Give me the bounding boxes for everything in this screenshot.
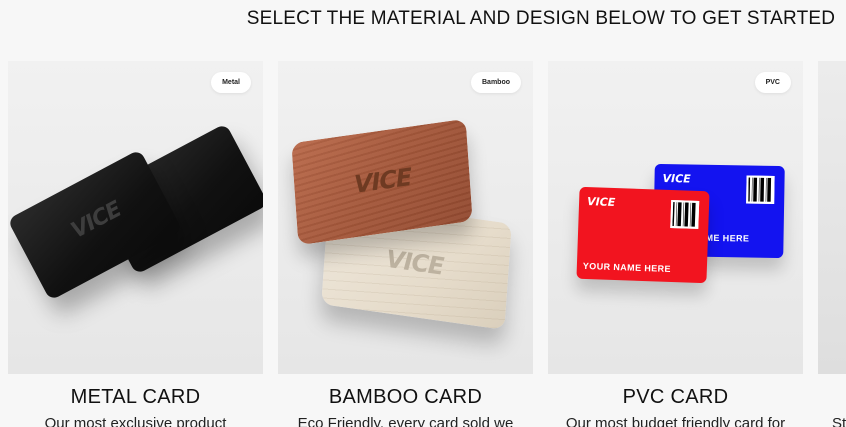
qr-code-icon xyxy=(670,199,700,229)
card-logo: VICE xyxy=(67,197,126,244)
card-name-text: YOUR NAME HERE xyxy=(582,260,672,274)
product-image-next[interactable] xyxy=(818,61,846,374)
product-description: Our most exclusive product xyxy=(44,415,227,427)
material-badge: PVC xyxy=(754,72,791,93)
product-card-bamboo[interactable]: VICE VICE Bamboo BAMBOO CARD Eco Friendl… xyxy=(278,61,533,427)
qr-code-icon xyxy=(746,175,775,204)
product-description: St xyxy=(832,415,846,427)
product-image-bamboo[interactable]: VICE VICE Bamboo xyxy=(278,61,533,374)
card-logo: VICE xyxy=(662,172,691,186)
product-title[interactable] xyxy=(818,386,846,409)
pvc-red-card-image: VICE YOUR NAME HERE xyxy=(576,186,710,284)
material-badge: Metal xyxy=(211,72,251,93)
product-image-metal[interactable]: VICE Metal xyxy=(8,61,263,374)
card-logo: VICE xyxy=(385,244,445,281)
material-badge: Bamboo xyxy=(471,72,521,93)
product-image-pvc[interactable]: VICE ME HERE VICE YOUR NAME HERE PVC xyxy=(548,61,803,374)
card-name-text: ME HERE xyxy=(705,232,750,244)
product-card-pvc[interactable]: VICE ME HERE VICE YOUR NAME HERE PVC PVC… xyxy=(548,61,803,427)
product-title[interactable]: PVC CARD xyxy=(548,386,803,409)
product-description: Eco Friendly, every card sold we xyxy=(297,415,514,427)
product-card-next[interactable]: St xyxy=(818,61,846,427)
product-title[interactable]: METAL CARD xyxy=(8,386,263,409)
product-title[interactable]: BAMBOO CARD xyxy=(278,386,533,409)
product-description: Our most budget friendly card for xyxy=(565,415,786,427)
page-headline: SELECT THE MATERIAL AND DESIGN BELOW TO … xyxy=(246,8,836,29)
card-logo: VICE xyxy=(353,162,413,199)
product-card-metal[interactable]: VICE Metal METAL CARD Our most exclusive… xyxy=(8,61,263,427)
card-logo: VICE xyxy=(586,195,616,210)
